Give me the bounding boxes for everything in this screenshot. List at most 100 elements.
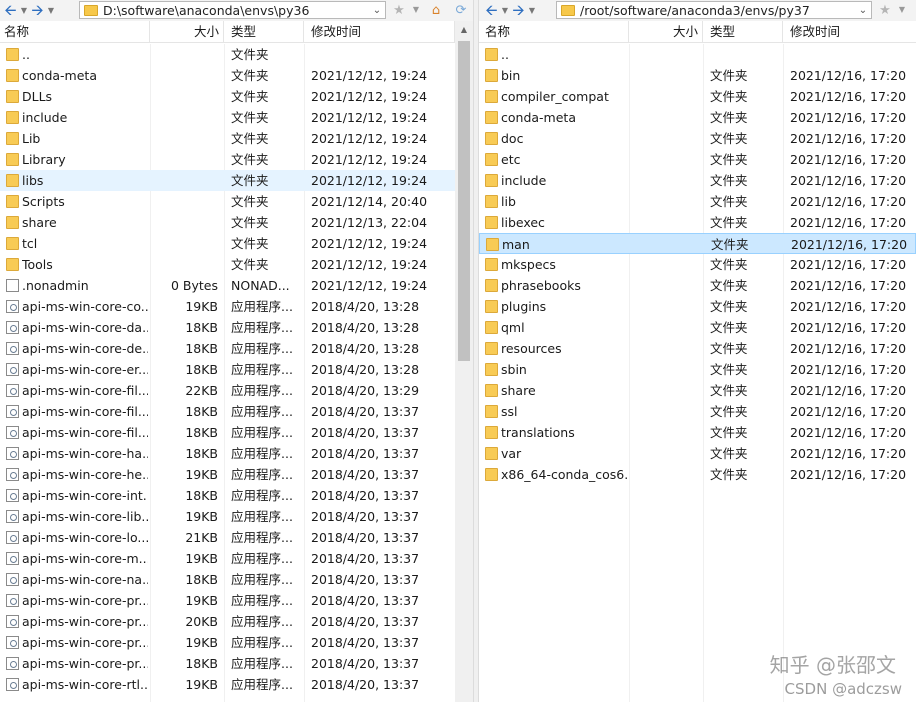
folder-row[interactable]: lib 文件夹 2021/12/16, 17:20 [479, 191, 916, 212]
folder-row[interactable]: compiler_compat 文件夹 2021/12/16, 17:20 [479, 86, 916, 107]
cell-type [710, 44, 782, 65]
file-row[interactable]: api-ms-win-core-int... 18KB 应用程序... 2018/4/… [0, 485, 455, 506]
folder-row[interactable]: phrasebooks 文件夹 2021/12/16, 17:20 [479, 275, 916, 296]
cell-size [629, 170, 697, 191]
file-row[interactable]: api-ms-win-core-na... 18KB 应用程序... 2018/4/2… [0, 569, 455, 590]
folder-row[interactable]: resources 文件夹 2021/12/16, 17:20 [479, 338, 916, 359]
col-modified-header[interactable]: 修改时间 [304, 21, 455, 42]
folder-row[interactable]: libs 文件夹 2021/12/12, 19:24 [0, 170, 455, 191]
file-row[interactable]: api-ms-win-core-lib... 19KB 应用程序... 2018/4/… [0, 506, 455, 527]
bookmark-star-icon[interactable]: ★ [391, 2, 407, 18]
cell-modified: 2021/12/12, 19:24 [311, 152, 428, 167]
cell-name: api-ms-win-core-pr... [22, 614, 148, 629]
forward-dropdown-icon[interactable]: ▼ [46, 1, 56, 19]
folder-row[interactable]: conda-meta 文件夹 2021/12/12, 19:24 [0, 65, 455, 86]
back-dropdown-icon[interactable]: ▼ [19, 1, 29, 19]
cell-type: 文件夹 [231, 131, 269, 146]
folder-row[interactable]: plugins 文件夹 2021/12/16, 17:20 [479, 296, 916, 317]
folder-row[interactable]: mkspecs 文件夹 2021/12/16, 17:20 [479, 254, 916, 275]
bookmark-dropdown-icon[interactable]: ▼ [894, 2, 910, 18]
col-name-header[interactable]: 名称 [0, 21, 150, 42]
file-row[interactable]: api-ms-win-core-ha... 18KB 应用程序... 2018/4/2… [0, 443, 455, 464]
folder-row[interactable]: Scripts 文件夹 2021/12/14, 20:40 [0, 191, 455, 212]
cell-name: etc [501, 152, 521, 167]
refresh-icon[interactable]: ⟳ [453, 2, 469, 18]
scrollbar-thumb[interactable] [458, 41, 470, 361]
bookmark-star-icon[interactable]: ★ [877, 2, 893, 18]
col-type-header[interactable]: 类型 [703, 21, 783, 42]
col-modified-header[interactable]: 修改时间 [783, 21, 916, 42]
file-row[interactable]: api-ms-win-core-pr... 18KB 应用程序... 2018/4/2… [0, 653, 455, 674]
local-vertical-scrollbar[interactable]: ▲ [455, 21, 473, 702]
forward-dropdown-icon[interactable]: ▼ [527, 1, 537, 19]
cell-modified: 2018/4/20, 13:37 [311, 635, 420, 650]
folder-row[interactable]: conda-meta 文件夹 2021/12/16, 17:20 [479, 107, 916, 128]
folder-row[interactable]: bin 文件夹 2021/12/16, 17:20 [479, 65, 916, 86]
file-row[interactable]: api-ms-win-core-da... 18KB 应用程序... 2018/4/2… [0, 317, 455, 338]
col-size-header[interactable]: 大小 [629, 21, 703, 42]
forward-arrow-icon[interactable]: 🡪 [29, 1, 46, 19]
scroll-up-icon[interactable]: ▲ [455, 21, 473, 38]
file-row[interactable]: api-ms-win-core-he... 19KB 应用程序... 2018/4/2… [0, 464, 455, 485]
folder-row[interactable]: var 文件夹 2021/12/16, 17:20 [479, 443, 916, 464]
file-row[interactable]: api-ms-win-core-lo... 21KB 应用程序... 2018/4/2… [0, 527, 455, 548]
cell-name: x86_64-conda_cos6... [501, 467, 627, 482]
back-arrow-icon[interactable]: 🡨 [483, 1, 500, 19]
back-dropdown-icon[interactable]: ▼ [500, 1, 510, 19]
home-icon[interactable]: ⌂ [428, 2, 444, 18]
file-row[interactable]: api-ms-win-core-pr... 19KB 应用程序... 2018/4/2… [0, 590, 455, 611]
chevron-down-icon[interactable]: ⌄ [855, 5, 871, 16]
folder-row[interactable]: include 文件夹 2021/12/12, 19:24 [0, 107, 455, 128]
cell-size [629, 191, 697, 212]
folder-row[interactable]: share 文件夹 2021/12/16, 17:20 [479, 380, 916, 401]
local-path-input[interactable]: D:\software\anaconda\envs\py36 ⌄ [79, 1, 386, 19]
folder-row[interactable]: Library 文件夹 2021/12/12, 19:24 [0, 149, 455, 170]
file-row[interactable]: api-ms-win-core-er... 18KB 应用程序... 2018/4/2… [0, 359, 455, 380]
file-row[interactable]: api-ms-win-core-rtl... 19KB 应用程序... 2018/4/… [0, 674, 455, 695]
forward-arrow-icon[interactable]: 🡪 [510, 1, 527, 19]
folder-row[interactable]: etc 文件夹 2021/12/16, 17:20 [479, 149, 916, 170]
folder-row[interactable]: man 文件夹 2021/12/16, 17:20 [479, 233, 916, 254]
chevron-down-icon[interactable]: ⌄ [369, 5, 385, 16]
folder-row[interactable]: x86_64-conda_cos6... 文件夹 2021/12/16, 17:20 [479, 464, 916, 485]
col-name-header[interactable]: 名称 [479, 21, 629, 42]
folder-row[interactable]: DLLs 文件夹 2021/12/12, 19:24 [0, 86, 455, 107]
file-row[interactable]: api-ms-win-core-fil... 18KB 应用程序... 2018/4/… [0, 401, 455, 422]
folder-row[interactable]: include 文件夹 2021/12/16, 17:20 [479, 170, 916, 191]
folder-row[interactable]: Tools 文件夹 2021/12/12, 19:24 [0, 254, 455, 275]
col-type-header[interactable]: 类型 [224, 21, 304, 42]
cell-name: Lib [22, 131, 41, 146]
file-row[interactable]: api-ms-win-core-fil... 18KB 应用程序... 2018/4/… [0, 422, 455, 443]
cell-name: doc [501, 131, 524, 146]
cell-modified: 2021/12/16, 17:20 [790, 173, 907, 188]
back-arrow-icon[interactable]: 🡨 [2, 1, 19, 19]
folder-row[interactable]: .. 文件夹 [0, 44, 455, 65]
file-row[interactable]: api-ms-win-core-co... 19KB 应用程序... 2018/4/2… [0, 296, 455, 317]
folder-row[interactable]: doc 文件夹 2021/12/16, 17:20 [479, 128, 916, 149]
file-row[interactable]: api-ms-win-core-de... 18KB 应用程序... 2018/4/2… [0, 338, 455, 359]
folder-row[interactable]: Lib 文件夹 2021/12/12, 19:24 [0, 128, 455, 149]
file-row[interactable]: .nonadmin 0 Bytes NONAD... 2021/12/12, 19:2… [0, 275, 455, 296]
folder-row[interactable]: tcl 文件夹 2021/12/12, 19:24 [0, 233, 455, 254]
cell-size: 19KB [185, 467, 218, 482]
dll-file-icon [6, 489, 19, 502]
cell-size: 18KB [185, 320, 218, 335]
folder-row[interactable]: .. [479, 44, 916, 65]
folder-row[interactable]: qml 文件夹 2021/12/16, 17:20 [479, 317, 916, 338]
file-row[interactable]: api-ms-win-core-pr... 20KB 应用程序... 2018/4/2… [0, 611, 455, 632]
folder-row[interactable]: ssl 文件夹 2021/12/16, 17:20 [479, 401, 916, 422]
folder-row[interactable]: libexec 文件夹 2021/12/16, 17:20 [479, 212, 916, 233]
cell-modified: 2021/12/16, 17:20 [790, 152, 907, 167]
file-row[interactable]: api-ms-win-core-m... 19KB 应用程序... 2018/4/20… [0, 548, 455, 569]
cell-size [630, 234, 698, 255]
file-row[interactable]: api-ms-win-core-pr... 19KB 应用程序... 2018/4/2… [0, 632, 455, 653]
folder-row[interactable]: translations 文件夹 2021/12/16, 17:20 [479, 422, 916, 443]
file-row[interactable]: api-ms-win-core-fil... 22KB 应用程序... 2018/4/… [0, 380, 455, 401]
folder-row[interactable]: sbin 文件夹 2021/12/16, 17:20 [479, 359, 916, 380]
remote-path-text: /root/software/anaconda3/envs/py37 [580, 2, 810, 18]
col-size-header[interactable]: 大小 [150, 21, 224, 42]
folder-row[interactable]: share 文件夹 2021/12/13, 22:04 [0, 212, 455, 233]
remote-path-input[interactable]: /root/software/anaconda3/envs/py37 ⌄ [556, 1, 872, 19]
cell-modified: 2018/4/20, 13:28 [311, 299, 420, 314]
bookmark-dropdown-icon[interactable]: ▼ [408, 2, 424, 18]
